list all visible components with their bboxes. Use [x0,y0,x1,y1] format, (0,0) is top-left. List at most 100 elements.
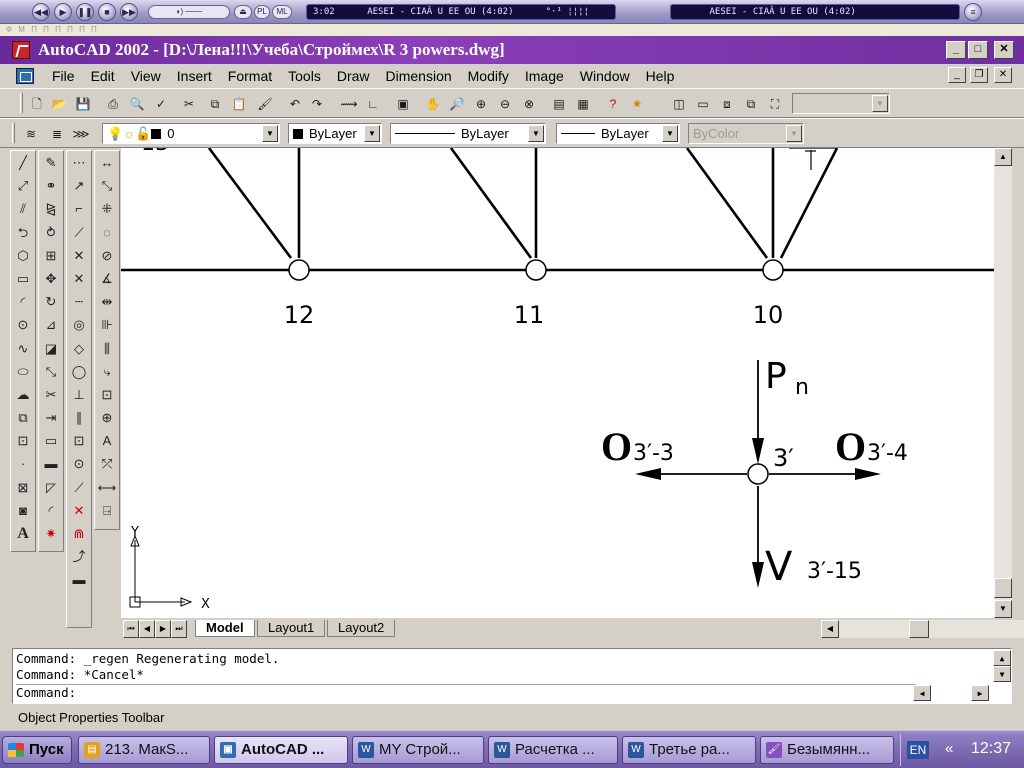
tiled-viewport-icon[interactable]: ▭ [694,95,712,113]
scroll-up-button[interactable]: ▲ [994,148,1012,166]
truss-node[interactable] [762,259,784,281]
today-icon[interactable]: ✷ [628,95,646,113]
menu-image[interactable]: Image [517,67,572,85]
snap-tracking-icon[interactable]: ▬ [67,568,91,591]
document-icon[interactable] [16,68,34,84]
command-window[interactable]: Command: _regen Regenerating model. Comm… [12,648,1012,704]
scroll-left-button[interactable]: ◀ [821,620,839,638]
doc-minimize-button[interactable]: _ [948,67,966,83]
quick-leader-icon[interactable]: ⤷ [95,360,119,383]
insert-block-icon[interactable]: ⧉ [11,406,35,429]
diagonal-member[interactable] [779,148,839,259]
radius-dimension-icon[interactable]: ◌ [95,221,119,244]
save-icon[interactable]: 💾 [74,95,92,113]
snap-parallel-icon[interactable]: ∥ [67,406,91,429]
layer-select[interactable]: 💡☼🔓 0 ▼ [102,123,280,144]
plotstyle-select[interactable]: ByColor ▼ [688,123,804,144]
menu-modify[interactable]: Modify [460,67,517,85]
polyline-icon[interactable]: ⮌ [11,221,35,244]
tab-next-button[interactable]: ▶ [155,620,171,638]
snap-node-icon[interactable]: ⊙ [67,452,91,475]
rectangle-icon[interactable]: ▭ [11,267,35,290]
tab-layout1[interactable]: Layout1 [257,620,326,637]
drawing-canvas[interactable]: 13 12 11 10 P n [121,148,994,618]
lengthen-icon[interactable]: ⤡ [39,360,63,383]
construction-line-icon[interactable]: ⤢ [11,174,35,197]
taskbar-item-autocad[interactable]: ▣ AutoCAD ... [214,736,348,764]
menu-insert[interactable]: Insert [169,67,220,85]
tab-first-button[interactable]: ⏮ [123,620,139,638]
scroll-down-button[interactable]: ▼ [994,600,1012,618]
break-icon[interactable]: ▭ [39,429,63,452]
start-button[interactable]: Пуск [2,736,72,764]
autocad-app-icon[interactable] [12,41,30,59]
tab-prev-button[interactable]: ◀ [139,620,155,638]
angular-dimension-icon[interactable]: ∡ [95,267,119,290]
zoom-realtime-icon[interactable]: 🔎 [448,95,466,113]
command-prompt[interactable]: Command: [16,684,916,700]
dimension-update-icon[interactable]: ⟷ [95,476,119,499]
print-preview-icon[interactable]: 🔍 [128,95,146,113]
diagonal-member[interactable] [449,148,533,259]
eject-button[interactable]: ⏏ [234,5,252,19]
horizontal-scrollbar[interactable]: ◀ ▶ [821,620,1024,638]
copy-object-icon[interactable]: ⚭ [39,174,63,197]
ucs-icon[interactable]: ∟ [364,95,382,113]
help-icon[interactable]: ? [604,95,622,113]
linear-dimension-icon[interactable]: ↔ [95,151,119,174]
point-icon[interactable]: · [11,452,35,475]
player-menu-icon[interactable]: ≡ [964,3,982,21]
viewport-scale-select[interactable]: ▼ [792,93,890,114]
tolerance-icon[interactable]: ⊡ [95,383,119,406]
extend-icon[interactable]: ⇥ [39,406,63,429]
hatch-icon[interactable]: ⊠ [11,476,35,499]
snap-perpendicular-icon[interactable]: ⊥ [67,383,91,406]
volume-slider[interactable]: ◖) ─── [148,5,230,19]
multiline-icon[interactable]: ⫽ [11,197,35,220]
chevron-down-icon[interactable]: ▼ [528,125,544,142]
spline-icon[interactable]: ∿ [11,337,35,360]
osnap-settings-icon[interactable]: ⋒ [67,522,91,545]
snap-from-icon[interactable]: ↗ [67,174,91,197]
prev-track-button[interactable]: ◀◀ [32,3,50,21]
layer-manager-icon[interactable]: ≋ [22,125,40,143]
scale-icon[interactable]: ⊿ [39,313,63,336]
snap-3d-icon[interactable]: ⤴ [67,545,91,568]
taskbar-item-paint[interactable]: 🖌 Безымянн... [760,736,894,764]
stop-button[interactable]: ■ [98,3,116,21]
toolbar-grip[interactable] [12,123,15,143]
menu-help[interactable]: Help [638,67,683,85]
diagonal-member[interactable] [685,148,769,259]
line-icon[interactable]: ╱ [11,151,35,174]
play-button[interactable]: ▶ [54,3,72,21]
horizontal-scroll-thumb[interactable] [909,620,929,638]
polygon-icon[interactable]: ⬡ [11,244,35,267]
snap-midpoint-icon[interactable]: ⟋ [67,221,91,244]
menu-format[interactable]: Format [220,67,280,85]
snap-center-icon[interactable]: ◎ [67,313,91,336]
title-bar[interactable]: AutoCAD 2002 - [D:\Лена!!!\Учеба\Стройме… [0,36,1024,64]
ellipse-icon[interactable]: ⬭ [11,360,35,383]
cmd-scroll-up-button[interactable]: ▲ [993,650,1011,666]
doc-restore-button[interactable]: ❐ [970,67,988,83]
snap-none-icon[interactable]: ✕ [67,499,91,522]
tab-layout2[interactable]: Layout2 [327,620,396,637]
cut-icon[interactable]: ✂ [180,95,198,113]
toolbar-grip[interactable] [20,93,23,113]
pan-icon[interactable]: ✋ [424,95,442,113]
stretch-icon[interactable]: ◪ [39,337,63,360]
ml-button[interactable]: ML [272,5,292,19]
cmd-scroll-left-button[interactable]: ◀ [913,685,931,701]
language-indicator[interactable]: EN [907,741,929,759]
continue-dimension-icon[interactable]: ⫼ [95,337,119,360]
tab-model[interactable]: Model [195,620,255,637]
dimension-edit-icon[interactable]: A [95,429,119,452]
layer-previous-icon[interactable]: ⋙ [72,125,90,143]
diagonal-member[interactable] [207,148,293,259]
block-icon[interactable]: ⛶ [766,95,784,113]
print-icon[interactable]: ⎙ [104,95,122,113]
doc-close-button[interactable]: ✕ [994,67,1012,83]
chevron-down-icon[interactable]: ▼ [662,125,678,142]
undo-icon[interactable]: ↶ [286,95,304,113]
snap-insert-icon[interactable]: ⊡ [67,429,91,452]
